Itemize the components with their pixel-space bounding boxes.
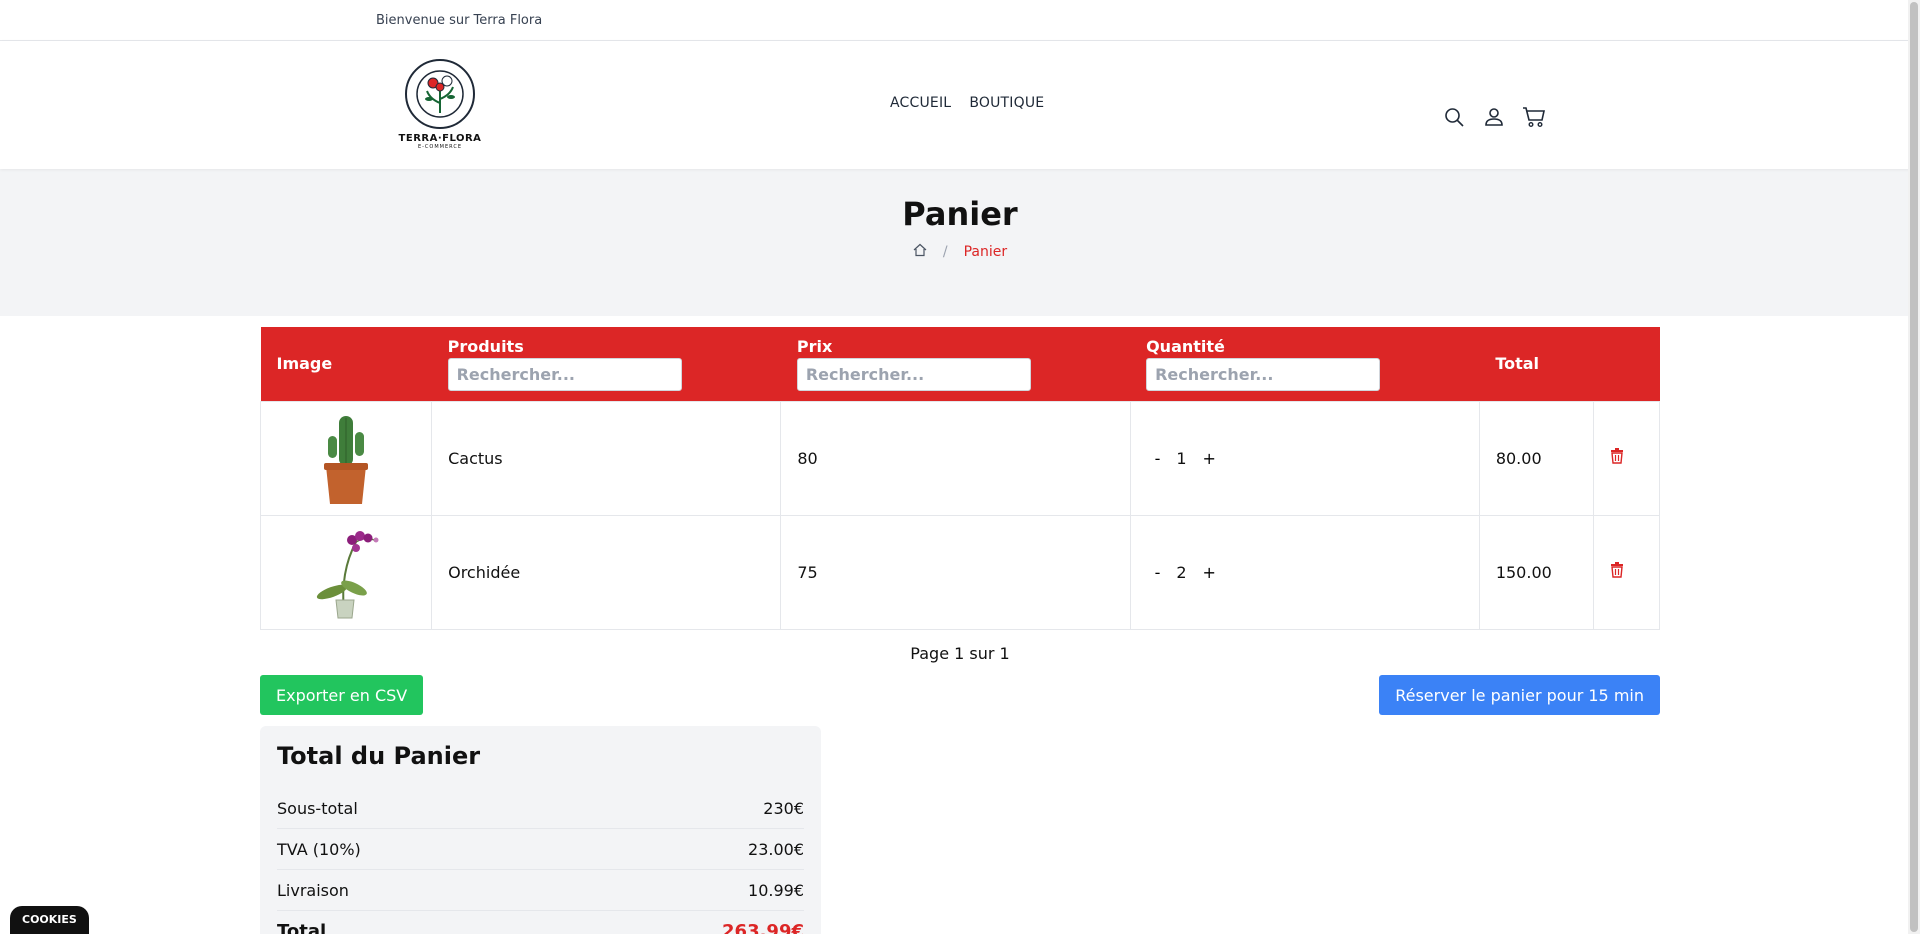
shipping-row: Livraison 10.99€ [277, 870, 804, 911]
breadcrumb-current: Panier [963, 244, 1008, 260]
shipping-value: 10.99€ [748, 880, 804, 900]
header-delete [1593, 327, 1659, 401]
subtotal-value: 230€ [763, 798, 804, 818]
cart-actions: Exporter en CSV Réserver le panier pour … [260, 675, 1660, 715]
total-value: 263.99€ [722, 921, 804, 934]
top-bar: Bienvenue sur Terra Flora [0, 0, 1920, 41]
nav-accueil[interactable]: ACCUEIL [890, 95, 951, 111]
nav-boutique[interactable]: BOUTIQUE [969, 95, 1044, 111]
cookies-button[interactable]: COOKIES [10, 906, 89, 934]
increase-qty-button[interactable]: + [1203, 449, 1216, 468]
breadcrumb: / Panier [0, 243, 1920, 261]
pagination: Page 1 sur 1 [910, 643, 1010, 663]
user-icon[interactable] [1482, 105, 1506, 129]
header-price: Prix [781, 327, 1130, 401]
total-row: Total 263.99€ [277, 911, 804, 934]
tva-value: 23.00€ [748, 839, 804, 859]
product-total: 150.00 [1478, 514, 1594, 630]
logo-wordmark: TERRA·FLORA [398, 133, 482, 144]
page-hero: Panier / Panier [0, 169, 1920, 316]
price-search-input[interactable] [796, 357, 1031, 391]
header-quantity: Quantité [1130, 327, 1479, 401]
main-nav: ACCUEIL BOUTIQUE [890, 95, 1044, 111]
cart-totals: Total du Panier Sous-total 230€ TVA (10%… [260, 726, 821, 934]
export-csv-button[interactable]: Exporter en CSV [260, 675, 424, 715]
product-quantity-cell: - 2 + [1129, 514, 1480, 630]
increase-qty-button[interactable]: + [1203, 563, 1216, 582]
delete-cell [1592, 514, 1661, 630]
cart-table-wrapper: Image Produits Prix Quantité Total [259, 327, 1661, 663]
header-image: Image [276, 354, 333, 374]
product-total: 80.00 [1478, 400, 1594, 516]
table-header-row: Image Produits Prix Quantité Total [260, 327, 1660, 401]
decrease-qty-button[interactable]: - [1155, 563, 1161, 582]
page-title: Panier [902, 195, 1018, 233]
cart-icon[interactable] [1522, 105, 1546, 129]
quantity-stepper: - 1 + [1147, 449, 1463, 468]
decrease-qty-button[interactable]: - [1155, 449, 1161, 468]
delete-cell [1592, 400, 1661, 516]
scrollbar-thumb[interactable] [1910, 2, 1918, 932]
cactus-image [296, 408, 396, 508]
trash-icon[interactable] [1610, 448, 1624, 464]
scrollbar[interactable] [1908, 0, 1920, 934]
logo[interactable]: TERRA·FLORA E-COMMERCE [398, 59, 482, 151]
trash-icon[interactable] [1610, 562, 1624, 578]
product-quantity-cell: - 1 + [1129, 400, 1480, 516]
subtotal-row: Sous-total 230€ [277, 788, 804, 829]
totals-title: Total du Panier [277, 742, 481, 770]
product-price: 75 [780, 514, 1131, 630]
table-row: Cactus 80 - 1 + 80.00 [259, 400, 1661, 516]
product-image-cell [259, 400, 433, 516]
product-image-cell [259, 514, 433, 630]
header-icons [1442, 105, 1546, 129]
header-products: Produits [432, 327, 781, 401]
search-icon[interactable] [1442, 105, 1466, 129]
quantity-search-input[interactable] [1146, 357, 1381, 391]
tva-row: TVA (10%) 23.00€ [277, 829, 804, 870]
product-name: Cactus [431, 400, 782, 516]
products-search-input[interactable] [447, 357, 682, 391]
welcome-text: Bienvenue sur Terra Flora [376, 12, 543, 28]
quantity-value: 2 [1176, 562, 1187, 582]
quantity-stepper: - 2 + [1147, 563, 1463, 582]
product-price: 80 [780, 400, 1131, 516]
site-header: TERRA·FLORA E-COMMERCE ACCUEIL BOUTIQUE [0, 41, 1920, 169]
logo-subtitle: E-COMMERCE [417, 144, 463, 150]
cart-table: Image Produits Prix Quantité Total [259, 327, 1661, 630]
header-total: Total [1495, 354, 1540, 374]
logo-badge-icon [405, 59, 475, 129]
product-name: Orchidée [431, 514, 782, 630]
reserve-cart-button[interactable]: Réserver le panier pour 15 min [1379, 675, 1660, 715]
orchid-image [296, 522, 396, 622]
quantity-value: 1 [1176, 448, 1187, 468]
home-icon[interactable] [913, 243, 927, 261]
breadcrumb-separator: / [942, 244, 948, 260]
table-row: Orchidée 75 - 2 + 150.00 [259, 514, 1661, 630]
